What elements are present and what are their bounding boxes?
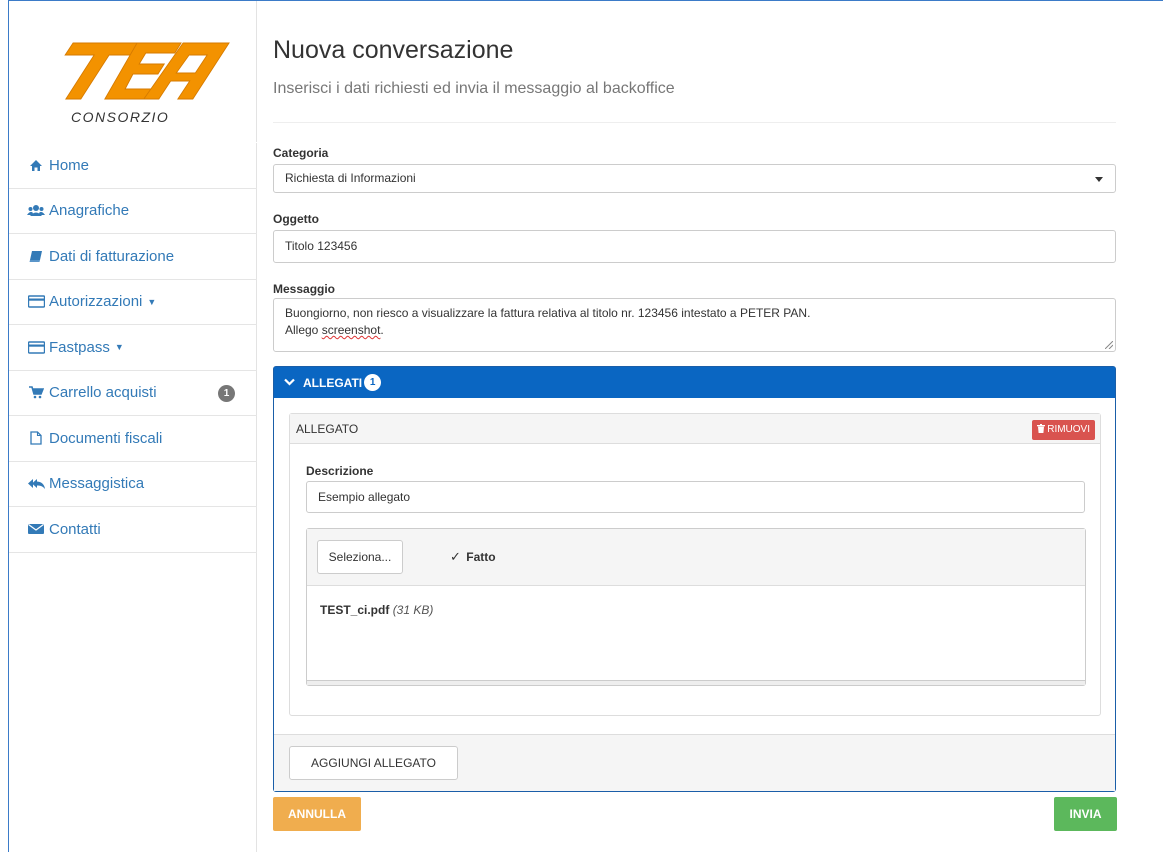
- sidebar-item-label: Documenti fiscali: [49, 429, 163, 447]
- sidebar-nav: Home Anagrafiche Dati di fatturazione Au…: [9, 142, 257, 553]
- allegati-title: ALLEGATI: [303, 375, 363, 390]
- messaggio-text: .: [380, 323, 384, 337]
- allegato-card-header: ALLEGATO: [290, 414, 1100, 444]
- sidebar-item-documenti-fiscali[interactable]: Documenti fiscali: [9, 416, 257, 462]
- caret-down-icon: ▼: [147, 296, 157, 307]
- divider: [273, 122, 1116, 123]
- add-attachment-button[interactable]: AGGIUNGI ALLEGATO: [289, 746, 458, 780]
- sidebar-item-messaggistica[interactable]: Messaggistica: [9, 462, 257, 507]
- file-upload-area: Seleziona... ✓ Fatto TEST_ci.pdf (31 KB): [306, 528, 1086, 686]
- messaggio-line: Buongiorno, non riesco a visualizzare la…: [285, 306, 811, 320]
- categoria-select[interactable]: Richiesta di Informazioni: [273, 164, 1116, 193]
- cart-count-badge: 1: [218, 384, 235, 402]
- sidebar-item-contatti[interactable]: Contatti: [9, 507, 257, 553]
- home-icon: [27, 158, 45, 172]
- users-icon: [27, 204, 45, 218]
- sidebar-item-label: Fastpass: [49, 338, 110, 356]
- categoria-selected-value: Richiesta di Informazioni: [285, 171, 416, 185]
- sidebar-item-fastpass[interactable]: Fastpass ▼: [9, 325, 257, 371]
- remove-attachment-button[interactable]: RIMUOVI: [1032, 420, 1095, 440]
- file-size: (31 KB): [392, 603, 434, 617]
- send-button[interactable]: INVIA: [1054, 797, 1117, 831]
- sidebar-item-anagrafiche[interactable]: Anagrafiche: [9, 189, 257, 234]
- sidebar-item-label: Contatti: [49, 520, 101, 538]
- trash-icon: [1037, 420, 1046, 440]
- sidebar-item-label: Messaggistica: [49, 475, 145, 493]
- svg-text:CONSORZIO: CONSORZIO: [71, 109, 169, 125]
- messaggio-label: Messaggio: [273, 282, 336, 296]
- chevron-down-icon: [284, 377, 295, 389]
- misspelled-word: screenshot: [321, 323, 381, 337]
- messaggio-text: Allego: [285, 323, 322, 337]
- descrizione-value: Esempio allegato: [318, 490, 411, 504]
- reply-all-icon: [27, 477, 45, 491]
- sidebar-item-label: Anagrafiche: [49, 202, 130, 220]
- sidebar-item-label: Dati di fatturazione: [49, 247, 175, 265]
- messaggio-textarea[interactable]: Buongiorno, non riesco a visualizzare la…: [273, 298, 1116, 352]
- oggetto-label: Oggetto: [273, 212, 319, 226]
- descrizione-label: Descrizione: [306, 464, 374, 478]
- file-upload-toolbar: Seleziona... ✓ Fatto: [307, 529, 1085, 586]
- allegati-count-badge: 1: [364, 374, 382, 391]
- book-icon: [27, 249, 45, 263]
- sidebar-item-carrello[interactable]: Carrello acquisti 1: [9, 371, 257, 416]
- sidebar-item-label: Autorizzazioni: [49, 293, 143, 311]
- file-name: TEST_ci.pdf: [320, 603, 390, 617]
- resize-handle-icon[interactable]: [1105, 341, 1113, 349]
- page-title: Nuova conversazione: [273, 36, 514, 64]
- file-icon: [27, 431, 45, 445]
- allegati-panel: ALLEGATI 1 ALLEGATO RIMUOVI Descrizione …: [273, 366, 1116, 792]
- messaggio-line: Allego screenshot.: [285, 322, 1104, 339]
- upload-progress-track: [307, 680, 1085, 685]
- dropdown-arrow-icon: [1095, 177, 1103, 182]
- oggetto-input[interactable]: Titolo 123456: [273, 230, 1116, 263]
- caret-down-icon: ▼: [114, 342, 124, 353]
- envelope-icon: [27, 522, 45, 536]
- tea-consorzio-logo[interactable]: CONSORZIO: [35, 37, 235, 127]
- descrizione-input[interactable]: Esempio allegato: [306, 481, 1085, 513]
- logo-graphic: CONSORZIO: [64, 42, 230, 125]
- categoria-label: Categoria: [273, 146, 329, 160]
- sidebar-item-dati-fatturazione[interactable]: Dati di fatturazione: [9, 234, 257, 280]
- card-icon: [27, 340, 45, 354]
- uploaded-file: TEST_ci.pdf (31 KB): [320, 603, 433, 617]
- upload-status-label: Fatto: [466, 550, 496, 564]
- page-subtitle: Inserisci i dati richiesti ed invia il m…: [273, 80, 675, 97]
- select-file-button[interactable]: Seleziona...: [317, 540, 403, 574]
- upload-status: ✓ Fatto: [450, 549, 496, 565]
- cancel-button[interactable]: ANNULLA: [273, 797, 361, 831]
- oggetto-value: Titolo 123456: [285, 239, 358, 253]
- sidebar-item-home[interactable]: Home: [9, 143, 257, 189]
- remove-label: RIMUOVI: [1047, 424, 1090, 435]
- sidebar-item-label: Home: [49, 156, 90, 174]
- cart-icon: [27, 386, 45, 400]
- allegati-panel-header[interactable]: ALLEGATI 1: [274, 367, 1115, 398]
- sidebar: CONSORZIO Home Anagrafiche Dati di fattu…: [9, 1, 257, 852]
- allegato-card: ALLEGATO RIMUOVI Descrizione Esempio all…: [289, 413, 1101, 716]
- sidebar-item-autorizzazioni[interactable]: Autorizzazioni ▼: [9, 280, 257, 325]
- allegato-title: ALLEGATO: [296, 421, 359, 436]
- checkmark-icon: ✓: [450, 549, 461, 564]
- card-icon: [27, 295, 45, 309]
- sidebar-item-label: Carrello acquisti: [49, 384, 157, 402]
- allegati-panel-footer: AGGIUNGI ALLEGATO: [274, 734, 1115, 791]
